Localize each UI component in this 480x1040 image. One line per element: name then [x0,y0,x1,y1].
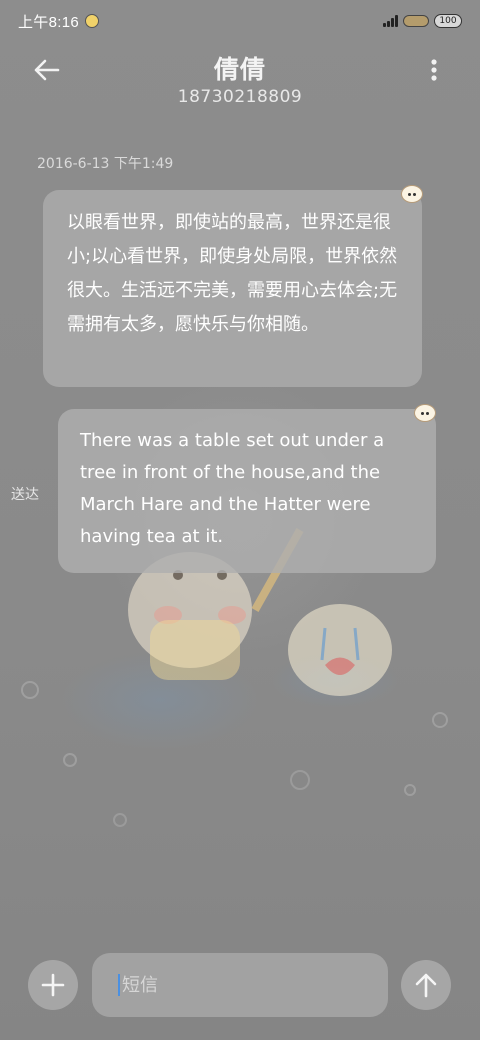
send-button[interactable] [401,960,451,1010]
message-composer [0,950,480,1020]
more-vertical-icon [431,59,437,81]
text-caret [118,974,120,996]
contact-number: 18730218809 [177,87,303,107]
message-text: There was a table set out under a tree i… [80,430,385,547]
status-indicators: 100 [383,14,462,28]
status-time: 上午8:16 [18,13,79,31]
incoming-message-bubble[interactable]: 以眼看世界，即使站的最高，世界还是很小;以心看世界，即使身处局限，世界依然很大。… [43,190,422,387]
contact-name: 倩倩 [213,55,266,84]
status-bar: 上午8:16 100 [0,0,480,42]
message-text: 以眼看世界，即使站的最高，世界还是很小;以心看世界，即使身处局限，世界依然很大。… [67,212,398,335]
delivery-status: 送达 [11,487,39,503]
add-attachment-button[interactable] [28,960,78,1010]
message-input[interactable] [122,974,362,996]
status-misc-icon [403,15,429,27]
conversation-header: 倩倩 18730218809 [0,42,480,122]
outgoing-message-bubble[interactable]: There was a table set out under a tree i… [58,409,436,573]
signal-icon [383,15,398,27]
notification-icon [85,14,99,28]
battery-icon: 100 [434,14,462,28]
arrow-up-icon [415,973,437,998]
more-options-button[interactable] [416,54,452,86]
bubble-sticker-icon [414,404,436,422]
plus-icon [41,973,65,997]
bubble-sticker-icon [401,185,423,203]
message-input-box[interactable] [92,953,388,1017]
message-timestamp: 2016-6-13 下午1:49 [37,156,174,172]
